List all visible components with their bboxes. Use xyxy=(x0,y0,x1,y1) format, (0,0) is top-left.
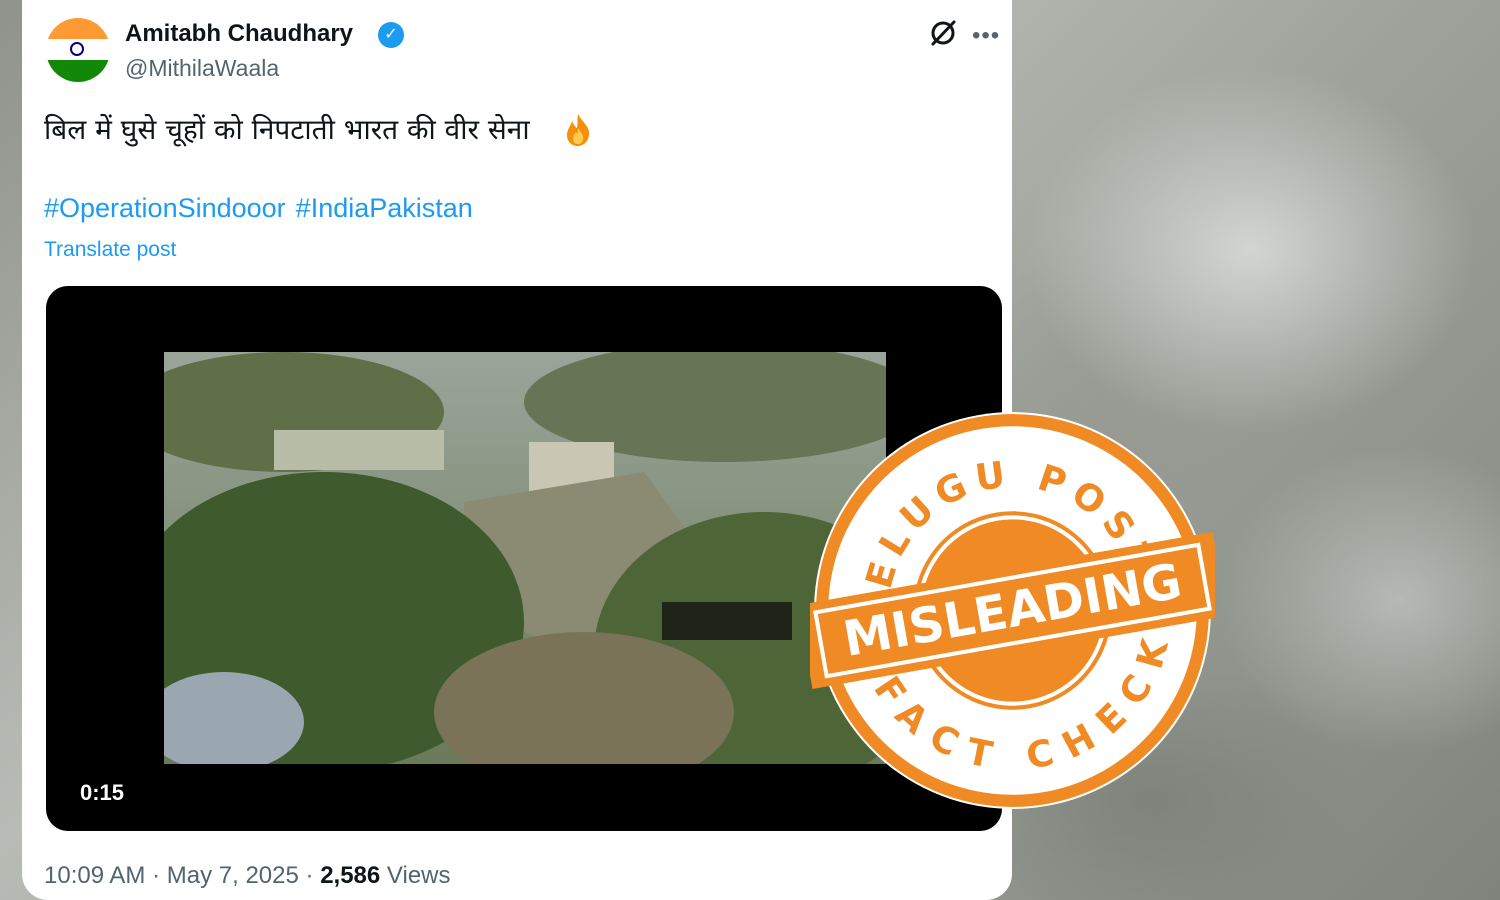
post-time[interactable]: 10:09 AM xyxy=(44,862,145,889)
hashtags: #OperationSindooor #IndiaPakistan xyxy=(44,193,483,224)
video-frame xyxy=(164,352,886,764)
post-meta: 10:09 AM · May 7, 2025 · 2,586 Views xyxy=(44,862,451,890)
meta-separator: · xyxy=(305,862,314,889)
avatar[interactable] xyxy=(46,18,110,82)
meta-separator: · xyxy=(152,862,161,889)
author-handle[interactable]: @MithilaWaala xyxy=(125,55,279,82)
views-label: Views xyxy=(386,862,451,889)
fire-emoji xyxy=(567,114,590,146)
fact-check-stamp: TELUGU POST FACT CHECK MISLEADING xyxy=(810,412,1215,809)
hashtag-link[interactable]: #OperationSindooor xyxy=(44,193,286,223)
grok-icon[interactable] xyxy=(928,18,958,48)
translate-post-link[interactable]: Translate post xyxy=(44,238,176,262)
verified-badge-icon: ✓ xyxy=(378,22,404,48)
views-count: 2,586 xyxy=(320,862,381,889)
post-date[interactable]: May 7, 2025 xyxy=(167,862,299,889)
video-duration: 0:15 xyxy=(80,780,125,805)
hashtag-link[interactable]: #IndiaPakistan xyxy=(296,193,473,223)
chakra-icon xyxy=(70,42,84,56)
author-name[interactable]: Amitabh Chaudhary xyxy=(125,20,353,48)
post-text: बिल में घुसे चूहों को निपटाती भारत की वी… xyxy=(44,113,530,146)
more-icon[interactable]: ••• xyxy=(972,22,1000,50)
video-still-image xyxy=(164,352,886,764)
